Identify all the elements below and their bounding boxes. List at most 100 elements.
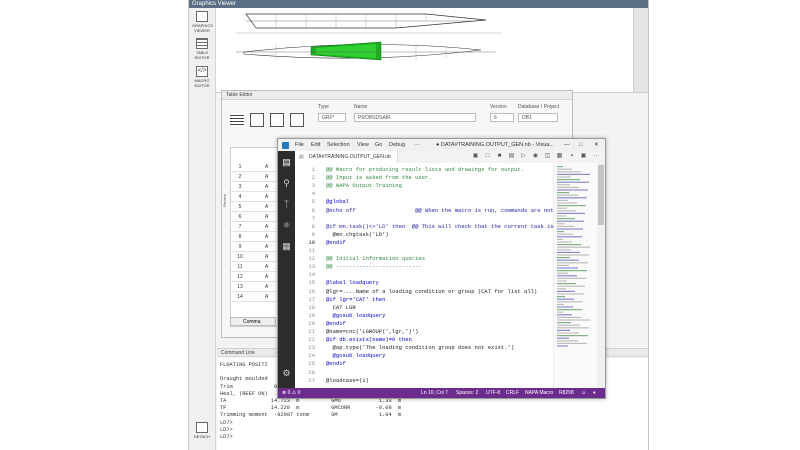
compare-icon[interactable]: ◑	[567, 152, 576, 161]
table-row[interactable]: 12 A	[231, 272, 283, 282]
version-field[interactable]: 6	[490, 113, 514, 122]
cursor-position[interactable]: Ln 10, Col 7	[421, 388, 448, 398]
tab-output-gen[interactable]: ▤ DATA#TRAINING.OUTPUT_GEN.nb	[295, 151, 398, 163]
code-line[interactable]: @label loadquery	[326, 279, 379, 287]
menu-file[interactable]: File	[295, 139, 304, 151]
code-line[interactable]: @if db.exists(name)=0 then	[326, 336, 412, 344]
table-row[interactable]: 1A	[231, 162, 283, 172]
folder-icon[interactable]: ■	[495, 152, 504, 161]
code-line[interactable]: @echo off @@ When the macro is run, comm…	[326, 207, 553, 215]
menu-edit[interactable]: Edit	[311, 139, 320, 151]
open-preview-icon[interactable]: ▣	[471, 152, 480, 161]
row-value: A	[265, 264, 269, 270]
debug-run-icon[interactable]: ◉	[531, 152, 540, 161]
database-select[interactable]: DB1	[518, 113, 558, 122]
table-row[interactable]: 8A	[231, 232, 283, 242]
eol-status[interactable]: CRLF	[506, 388, 519, 398]
table-row[interactable]: 10 A	[231, 252, 283, 262]
open-folder-icon[interactable]	[270, 113, 284, 127]
window-title: ● DATA#TRAINING.OUTPUT_GEN.nb - Visua...	[436, 142, 554, 148]
search-icon[interactable]: ⚲	[281, 178, 292, 189]
table-row[interactable]: 4A	[231, 192, 283, 202]
code-line[interactable]: @mn.chgtask('LD')	[326, 231, 389, 239]
command-output-line: LD7>	[220, 426, 233, 433]
graphics-viewer-button[interactable]: GRAPHICS VIEWER	[192, 11, 213, 33]
scrollbar-thumb[interactable]	[598, 165, 604, 225]
code-line[interactable]: @@ --------------------------	[326, 263, 422, 271]
code-editor[interactable]: 1 @@ Macro for producing result lists and…	[295, 163, 553, 388]
indentation-status[interactable]: Spaces: 2	[456, 388, 478, 398]
macro-editor-button[interactable]: </> MACRO EDITOR	[192, 66, 212, 88]
table-row[interactable]: 3A	[231, 182, 283, 192]
code-line[interactable]: @global	[326, 198, 349, 206]
recent-tab[interactable]: Recent	[222, 147, 229, 207]
status-bar: ⊗ 0 ⚠ 0 Ln 10, Col 7 Spaces: 2 UTF-8 CRL…	[278, 388, 605, 398]
table-row[interactable]: 14 A	[231, 292, 283, 302]
code-line[interactable]: @endif	[326, 320, 346, 328]
code-line[interactable]: @if mn.task()<>'LD' then @@ This will ch…	[326, 223, 553, 231]
code-line[interactable]: @lgr=....Name of a loading condition or …	[326, 288, 537, 296]
row-number: 1	[238, 164, 242, 170]
table-row[interactable]: 5A	[231, 202, 283, 212]
encoding-status[interactable]: UTF-8	[486, 388, 500, 398]
feedback-icon[interactable]: ☺	[581, 388, 586, 398]
layout-icon[interactable]: ▦	[555, 152, 564, 161]
more-actions-icon[interactable]: ···	[592, 152, 601, 161]
source-control-icon[interactable]: ᛉ	[281, 199, 292, 210]
code-line[interactable]: @loadcase=(1)	[326, 377, 369, 385]
new-table-icon[interactable]	[250, 113, 264, 127]
debug-icon[interactable]: ⚛	[281, 220, 292, 231]
type-select[interactable]: GRF*	[318, 113, 346, 122]
list-icon[interactable]	[230, 113, 244, 127]
table-editor-button[interactable]: TABLE EDITOR	[192, 38, 212, 60]
table-row[interactable]: 13 A	[231, 282, 283, 292]
save-icon[interactable]	[290, 113, 304, 127]
table-row[interactable]: 11 A	[231, 262, 283, 272]
table-grid[interactable]: 1 A 2 A 3 A 4 A 5 A 6 A 7 A 8 A 9 A 10 A 11 A 12 A 13 A 14 A	[230, 147, 284, 327]
menu-selection[interactable]: Selection	[327, 139, 350, 151]
language-mode[interactable]: NAPA Macro	[525, 388, 553, 398]
split-icon[interactable]: ◫	[543, 152, 552, 161]
table-row[interactable]: 9A	[231, 242, 283, 252]
table-row[interactable]: 2A	[231, 172, 283, 182]
code-line[interactable]: @if lgr='CAT' then	[326, 296, 385, 304]
name-field[interactable]: PROBSDSAIR	[354, 113, 476, 122]
code-line[interactable]: CAT LGR	[326, 304, 356, 312]
code-line[interactable]: @@ Macro for producing result lists and …	[326, 166, 524, 174]
menu-debug[interactable]: Debug	[389, 139, 405, 151]
table-row[interactable]: 7A	[231, 222, 283, 232]
detach-button[interactable]: DETACH	[192, 422, 212, 439]
code-line[interactable]: @@ Initial information queries	[326, 255, 425, 263]
code-line[interactable]: @gosub loadquery	[326, 352, 386, 360]
explorer-icon[interactable]: ▤	[281, 157, 292, 168]
code-line[interactable]: @ap.type('The loading condition group do…	[326, 344, 515, 352]
toggle-icon[interactable]: ▣	[579, 152, 588, 161]
minimize-icon[interactable]: —	[564, 139, 570, 151]
code-line[interactable]: @endif	[326, 239, 346, 247]
code-line[interactable]: @endif	[326, 360, 346, 368]
new-file-icon[interactable]: □	[483, 152, 492, 161]
run-icon[interactable]: ▷	[519, 152, 528, 161]
maximize-icon[interactable]: □	[579, 139, 582, 151]
notifications-icon[interactable]: ♦	[593, 388, 596, 398]
close-icon[interactable]: ✕	[594, 139, 599, 151]
save-all-icon[interactable]: ▤	[507, 152, 516, 161]
extensions-icon[interactable]: ▦	[281, 241, 292, 252]
problems-status[interactable]: ⊗ 0 ⚠ 0	[282, 388, 300, 398]
command-tab[interactable]: Comma	[230, 317, 276, 326]
line-number: 17	[308, 295, 315, 303]
menu-more[interactable]: ···	[414, 139, 420, 151]
graphics-canvas[interactable]	[216, 8, 648, 93]
table-row[interactable]: 6A	[231, 212, 283, 222]
code-line[interactable]: @name=cnc('LGROUP(',lgr,')')	[326, 328, 418, 336]
code-line[interactable]: @@ NAPA Output Training	[326, 182, 402, 190]
code-line[interactable]: @gosub loadquery	[326, 312, 386, 320]
code-line[interactable]: @@ Input is asked from the user.	[326, 174, 432, 182]
line-number: 10	[308, 238, 315, 246]
row-number: 10	[237, 254, 243, 260]
minimap[interactable]	[553, 163, 598, 388]
menu-view[interactable]: View	[357, 139, 369, 151]
build-status[interactable]: R8298	[559, 388, 574, 398]
menu-go[interactable]: Go	[375, 139, 382, 151]
settings-gear-icon[interactable]: ⚙	[281, 368, 292, 379]
